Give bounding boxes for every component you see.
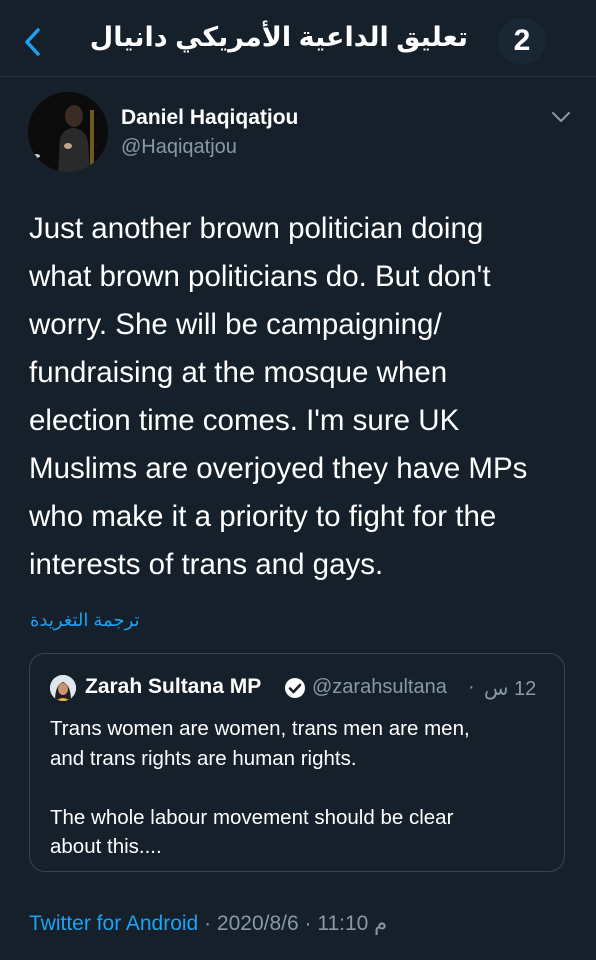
tweet-line: Muslims are overjoyed they have MPs (29, 452, 528, 485)
quoted-author-handle: @zarahsultana (312, 676, 447, 698)
top-bar: تعليق الداعية الأمريكي دانيال 2 (0, 0, 596, 77)
tweet-text: Just another brown politician doing what… (29, 205, 574, 589)
tweet-count-badge: 2 (498, 18, 546, 64)
quoted-line: about this.... (50, 835, 162, 858)
tweet-time: م 11:10 (317, 912, 388, 935)
author-handle[interactable]: @Haqiqatjou (121, 136, 237, 159)
quoted-tweet-card[interactable]: Zarah Sultana MP @zarahsultana · 12 س Tr… (29, 653, 565, 872)
avatar-image (50, 675, 76, 701)
quoted-line: and trans rights are human rights. (50, 746, 357, 770)
tweet-line: worry. She will be campaigning/ (29, 308, 442, 341)
meta-separator: · (198, 912, 217, 935)
tweet-date: 2020/8/6 (216, 912, 299, 935)
verified-badge-icon (285, 678, 305, 698)
tweet-line: fundraising at the mosque when (29, 356, 448, 389)
tweet-menu-button[interactable] (550, 110, 572, 124)
avatar-image (28, 92, 108, 172)
quoted-tweet-text: Trans women are women, trans men are men… (50, 714, 550, 862)
quoted-timestamp: 12 س (484, 678, 537, 700)
author-name[interactable]: Daniel Haqiqatjou (121, 106, 298, 130)
tweet-line: who make it a priority to fight for the (29, 500, 497, 533)
source-link[interactable]: Twitter for Android (29, 912, 198, 935)
quoted-line: Trans women are women, trans men are men… (50, 717, 470, 740)
chevron-left-icon (25, 28, 40, 56)
tweet-meta: Twitter for Android · 2020/8/6 · م 11:10 (29, 911, 387, 936)
tweet-line: Just another brown politician doing (29, 212, 484, 245)
chevron-down-icon (552, 112, 570, 122)
page-title: تعليق الداعية الأمريكي دانيال (89, 22, 468, 52)
tweet-line: interests of trans and gays. (29, 548, 384, 581)
quoted-author-avatar (50, 675, 76, 701)
quoted-line: The whole labour movement should be clea… (50, 805, 454, 829)
translate-tweet-link[interactable]: ترجمة التغريدة (30, 610, 140, 631)
separator: · (468, 676, 475, 698)
tweet-line: what brown politicians do. But don't (29, 260, 491, 293)
author-avatar[interactable] (28, 92, 108, 172)
quoted-author-name: Zarah Sultana MP (85, 675, 262, 698)
back-button[interactable] (18, 24, 48, 60)
tweet-line: election time comes. I'm sure UK (29, 404, 460, 437)
meta-separator: · (298, 912, 318, 935)
